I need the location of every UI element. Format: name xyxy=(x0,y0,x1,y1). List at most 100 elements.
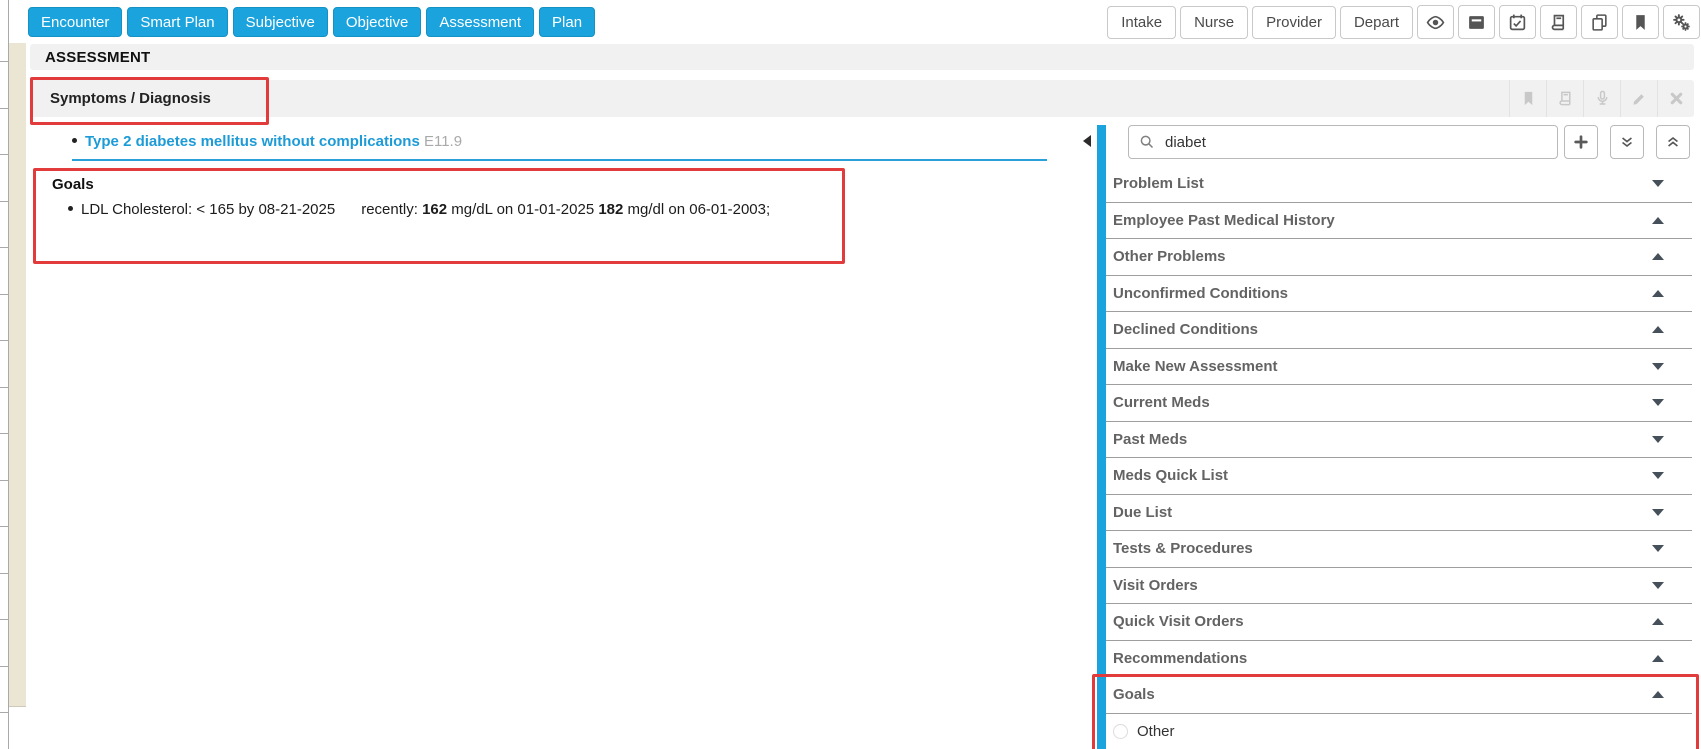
pencil-action[interactable] xyxy=(1620,80,1657,117)
calendar-check-button[interactable] xyxy=(1499,5,1536,39)
sidebar-item-make-new-assessment[interactable]: Make New Assessment xyxy=(1106,348,1692,385)
archive-box-button[interactable] xyxy=(1458,5,1495,39)
gear-settings-button[interactable] xyxy=(1663,5,1700,39)
goal-list-item: LDL Cholesterol: < 165 by 08-21-2025 rece… xyxy=(68,201,770,218)
chevron-up-icon xyxy=(1652,618,1664,626)
sidebar-item-label: Tests & Procedures xyxy=(1113,540,1253,558)
chevron-up-icon xyxy=(1652,216,1664,224)
plus-icon xyxy=(1573,134,1589,150)
chevron-up-icon xyxy=(1652,326,1664,334)
pencil-icon xyxy=(1631,90,1648,107)
bullet-icon xyxy=(72,138,77,144)
chevron-down-icon xyxy=(1652,362,1664,370)
goal-detail-2: mg/dl on 06-01-2003; xyxy=(627,201,771,218)
sidebar-item-other[interactable]: Other xyxy=(1106,713,1692,749)
stage-button-intake[interactable]: Intake xyxy=(1107,5,1177,39)
book-icon xyxy=(1557,90,1574,107)
section-header-actions xyxy=(1509,80,1694,117)
chevron-up-icon xyxy=(1652,691,1664,699)
bullet-icon xyxy=(68,206,73,212)
sidebar-item-due-list[interactable]: Due List xyxy=(1106,494,1692,531)
sidebar-item-quick-visit-orders[interactable]: Quick Visit Orders xyxy=(1106,604,1692,641)
sidebar-item-label: Quick Visit Orders xyxy=(1113,613,1244,631)
sidebar-search-box xyxy=(1128,125,1558,159)
sidebar-accent-bar xyxy=(1097,125,1106,749)
eye-icon xyxy=(1426,13,1445,32)
goal-target-text: LDL Cholesterol: < 165 by 08-21-2025 xyxy=(81,201,336,218)
radio-icon[interactable] xyxy=(1113,724,1128,740)
chevron-down-icon xyxy=(1652,399,1664,407)
visit-stage-buttons: Intake Nurse Provider Depart xyxy=(1107,5,1413,39)
sidebar-item-label: Problem List xyxy=(1113,175,1204,193)
book-action[interactable] xyxy=(1546,80,1583,117)
sidebar-item-other-problems[interactable]: Other Problems xyxy=(1106,239,1692,276)
sidebar-item-goals[interactable]: Goals xyxy=(1106,677,1692,714)
copy-pages-button[interactable] xyxy=(1581,5,1618,39)
sidebar-collapse-arrow-icon[interactable] xyxy=(1083,135,1091,147)
nav-button-assessment[interactable]: Assessment xyxy=(426,7,535,37)
eye-button[interactable] xyxy=(1417,5,1454,39)
chevron-up-icon xyxy=(1652,253,1664,261)
nav-button-plan[interactable]: Plan xyxy=(539,7,596,37)
close-action[interactable] xyxy=(1657,80,1694,117)
double-chevron-up-icon xyxy=(1665,134,1681,150)
nav-button-smart-plan[interactable]: Smart Plan xyxy=(127,7,228,37)
nav-button-encounter[interactable]: Encounter xyxy=(28,7,123,37)
sidebar-item-recommendations[interactable]: Recommendations xyxy=(1106,640,1692,677)
sidebar-item-tests-procedures[interactable]: Tests & Procedures xyxy=(1106,531,1692,568)
sidebar-item-label: Past Meds xyxy=(1113,430,1188,448)
search-icon xyxy=(1139,134,1155,150)
chevron-down-icon xyxy=(1652,508,1664,516)
bookmark-action[interactable] xyxy=(1509,80,1546,117)
microphone-action[interactable] xyxy=(1583,80,1620,117)
collapse-all-button[interactable] xyxy=(1656,125,1690,159)
bookmark-button[interactable] xyxy=(1622,5,1659,39)
copy-pages-icon xyxy=(1590,13,1609,32)
chevron-up-icon xyxy=(1652,289,1664,297)
sidebar-item-label: Employee Past Medical History xyxy=(1113,211,1335,229)
symptoms-diagnosis-header: Symptoms / Diagnosis xyxy=(30,80,1694,117)
stage-button-depart[interactable]: Depart xyxy=(1339,5,1413,39)
sidebar-item-past-meds[interactable]: Past Meds xyxy=(1106,421,1692,458)
double-chevron-down-icon xyxy=(1619,134,1635,150)
sidebar-item-label: Meds Quick List xyxy=(1113,467,1229,485)
toolbar-icon-buttons xyxy=(1417,5,1700,39)
chart-nav-buttons: Encounter Smart Plan Subjective Objective As… xyxy=(28,7,596,37)
add-button[interactable] xyxy=(1564,125,1598,159)
page-margin-strip xyxy=(9,40,26,707)
search-input[interactable] xyxy=(1163,132,1547,152)
nav-button-objective[interactable]: Objective xyxy=(332,7,422,37)
sidebar-item-label: Visit Orders xyxy=(1113,576,1198,594)
sidebar-item-visit-orders[interactable]: Visit Orders xyxy=(1106,567,1692,604)
sidebar-item-label: Declined Conditions xyxy=(1113,321,1259,339)
sidebar-item-employee-past-medical-history[interactable]: Employee Past Medical History xyxy=(1106,202,1692,239)
diagnosis-icd-code: E11.9 xyxy=(423,133,463,150)
book-button[interactable] xyxy=(1540,5,1577,39)
stage-button-provider[interactable]: Provider xyxy=(1252,5,1336,39)
goal-value-1: 162 xyxy=(422,201,448,218)
sidebar-item-current-meds[interactable]: Current Meds xyxy=(1106,385,1692,422)
diagnosis-divider xyxy=(72,159,1047,161)
gear-settings-icon xyxy=(1672,13,1691,32)
chevron-up-icon xyxy=(1652,654,1664,662)
goal-detail-1: mg/dL on 01-01-2025 xyxy=(451,201,595,218)
diagnosis-link[interactable]: Type 2 diabetes mellitus without complic… xyxy=(85,133,420,150)
left-collapsed-panel[interactable] xyxy=(0,0,9,749)
sidebar-item-declined-conditions[interactable]: Declined Conditions xyxy=(1106,312,1692,349)
ehr-screen: Encounter Smart Plan Subjective Objective As… xyxy=(0,0,1701,749)
sidebar-item-unconfirmed-conditions[interactable]: Unconfirmed Conditions xyxy=(1106,275,1692,312)
symptoms-diagnosis-title: Symptoms / Diagnosis xyxy=(50,90,211,107)
sidebar-item-meds-quick-list[interactable]: Meds Quick List xyxy=(1106,458,1692,495)
chevron-down-icon xyxy=(1652,545,1664,553)
bookmark-icon xyxy=(1520,90,1537,107)
sidebar-item-label: Goals xyxy=(1113,686,1155,704)
sidebar-item-label: Unconfirmed Conditions xyxy=(1113,284,1288,302)
nav-button-subjective[interactable]: Subjective xyxy=(232,7,328,37)
sidebar-item-label: Due List xyxy=(1113,503,1173,521)
expand-all-button[interactable] xyxy=(1610,125,1644,159)
archive-box-icon xyxy=(1467,13,1486,32)
top-toolbar: Encounter Smart Plan Subjective Objective As… xyxy=(0,0,1701,43)
sidebar-item-problem-list[interactable]: Problem List xyxy=(1106,166,1692,203)
stage-button-nurse[interactable]: Nurse xyxy=(1180,5,1249,39)
bookmark-icon xyxy=(1631,13,1650,32)
